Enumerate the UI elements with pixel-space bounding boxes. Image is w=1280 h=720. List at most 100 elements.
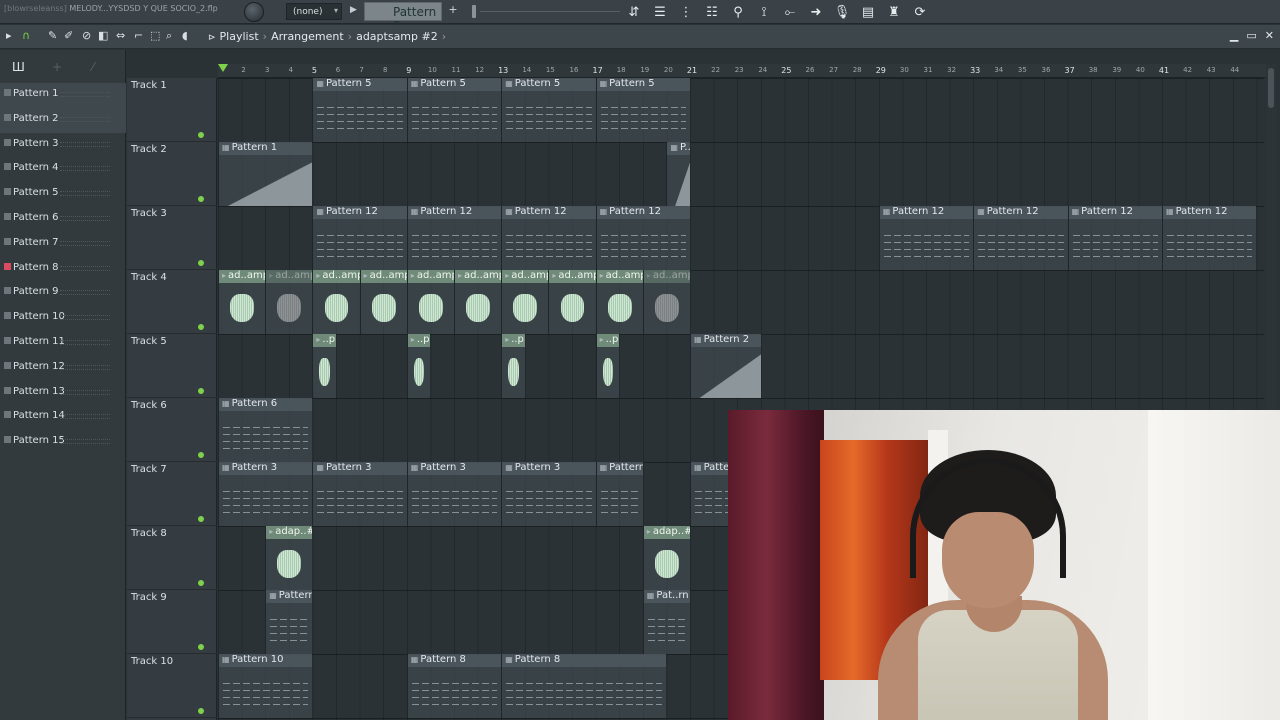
audio-clip-icon[interactable]: + xyxy=(52,60,62,74)
pattern-list-item[interactable]: Pattern 14 xyxy=(0,405,126,430)
audio-clip[interactable]: ▸ ..p xyxy=(312,334,336,398)
audio-clip[interactable]: ▸adap..#2 xyxy=(265,526,313,590)
pattern-clip[interactable]: ▦ Pattern 10 xyxy=(218,654,313,718)
add-pattern-button[interactable]: + xyxy=(446,3,460,19)
audio-clip[interactable]: ▸ ad..amp xyxy=(595,270,643,334)
file-icon[interactable]: ▤ xyxy=(858,2,878,22)
pattern-clip[interactable]: ▦ Pattern 5 xyxy=(595,78,690,142)
audio-clip[interactable]: ▸ ad..amp xyxy=(548,270,596,334)
pattern-clip[interactable]: ▦Pattern 3 xyxy=(501,462,596,526)
pattern-clip[interactable]: ▦Pattern 3 xyxy=(406,462,502,526)
pattern-list-item[interactable]: Pattern 3 xyxy=(0,133,126,158)
track-mute-led[interactable] xyxy=(198,452,204,458)
track-mute-led[interactable] xyxy=(198,516,204,522)
refresh-icon[interactable]: ⟳ xyxy=(910,2,930,22)
pattern-list-item[interactable]: Pattern 12 xyxy=(0,356,126,381)
pattern-clip[interactable]: ▦Pattern 3 xyxy=(312,462,407,526)
browser-icon[interactable]: ☷ xyxy=(702,2,722,22)
maximize-icon[interactable]: ▭ xyxy=(1246,29,1256,42)
breadcrumb-playlist[interactable]: Playlist xyxy=(220,30,259,43)
timeline-ruler[interactable]: 2 3 4 5 6 7 8 9 10 11 12 13 14 15 16 17 18 19 20 21 22 23 24 25… xyxy=(218,64,1268,78)
track-mute-led[interactable] xyxy=(198,708,204,714)
track-mute-led[interactable] xyxy=(198,580,204,586)
pattern-list-item[interactable]: Pattern 11 xyxy=(0,331,126,356)
track-header[interactable]: Track 7 xyxy=(127,462,217,526)
zoom-icon[interactable]: ⌕ xyxy=(166,29,172,43)
stamp-icon[interactable]: ♜ xyxy=(884,2,904,22)
pattern-clip[interactable]: ▦ Pattern 5 xyxy=(312,78,407,142)
pattern-clip[interactable]: ▦Pat..rn 7 xyxy=(642,590,690,654)
track-header[interactable]: Track 2 xyxy=(127,142,217,206)
pattern-list-item[interactable]: Pattern 9 xyxy=(0,281,126,306)
pattern-clip[interactable]: ▦ Pattern 12 xyxy=(878,206,974,270)
audio-clip[interactable]: ▸ ..p xyxy=(595,334,620,398)
pattern-list-item[interactable]: Pattern 7 xyxy=(0,232,126,257)
mute-icon[interactable]: ◧ xyxy=(98,29,108,42)
slip-icon[interactable]: ⇔ xyxy=(116,29,125,42)
close-icon[interactable]: ✕ xyxy=(1265,29,1274,42)
pattern-clip[interactable]: ▦Pattern 3 xyxy=(218,462,313,526)
automation-icon[interactable]: ⁄ xyxy=(92,60,94,74)
playback-icon[interactable]: ◖ xyxy=(182,29,188,42)
track-header[interactable]: Track 4 xyxy=(127,270,217,334)
pattern-clip[interactable]: ▦ Pattern 5 xyxy=(406,78,502,142)
tempo-slider[interactable] xyxy=(470,4,620,18)
audio-clip[interactable]: ▸ ad..amp xyxy=(454,270,502,334)
track-header[interactable]: Track 6 xyxy=(127,398,217,462)
delete-icon[interactable]: ⊘ xyxy=(82,29,91,42)
playhead-marker[interactable] xyxy=(218,64,228,72)
mic-icon[interactable]: 🎙︎ xyxy=(832,2,852,22)
pattern-clip[interactable]: ▦Pattern 3 xyxy=(595,462,643,526)
pattern-clip[interactable]: ▦ Pattern 8 xyxy=(406,654,502,718)
track-mute-led[interactable] xyxy=(198,260,204,266)
pattern-clip[interactable]: ▦ Pattern 12 xyxy=(595,206,690,270)
track-header[interactable]: Track 8 xyxy=(127,526,217,590)
select-icon[interactable]: ⬚ xyxy=(150,29,160,42)
pattern-clip[interactable]: ▦ Pattern 12 xyxy=(406,206,502,270)
track-header[interactable]: Track 10 xyxy=(127,654,217,718)
arrow-right-icon[interactable]: ▸ xyxy=(6,29,12,42)
play-icon[interactable]: ▶ xyxy=(350,5,357,15)
pattern-clip[interactable]: ▦ Pattern 12 xyxy=(1162,206,1257,270)
brush-icon[interactable]: ✐ xyxy=(64,29,73,42)
picker-mode-icon[interactable]: Ш xyxy=(12,60,25,74)
pattern-list-item[interactable]: Pattern 10 xyxy=(0,306,126,331)
minimize-icon[interactable]: ▁ xyxy=(1230,29,1238,42)
pattern-list-item[interactable]: Pattern 8 xyxy=(0,257,126,282)
master-volume-knob[interactable] xyxy=(244,2,264,22)
piano-roll-icon[interactable]: ☰ xyxy=(650,2,670,22)
slice-icon[interactable]: ⌐ xyxy=(134,29,143,42)
breadcrumb-arrangement[interactable]: Arrangement xyxy=(271,30,344,43)
pattern-list-item[interactable]: Pattern 1 xyxy=(0,83,126,108)
pattern-list-item[interactable]: Pattern 4 xyxy=(0,157,126,182)
slider-thumb[interactable] xyxy=(472,5,476,18)
arrow-icon[interactable]: ➜ xyxy=(806,2,826,22)
track-header[interactable]: Track 5 xyxy=(127,334,217,398)
pattern-selector[interactable]: Pattern 8 xyxy=(364,2,442,33)
pattern-clip[interactable]: ▦ Pattern 12 xyxy=(973,206,1068,270)
audio-clip[interactable]: ▸ ..p xyxy=(406,334,431,398)
audio-clip[interactable]: ▸ ad..amp xyxy=(218,270,266,334)
track-header[interactable]: Track 3 xyxy=(127,206,217,270)
track-header[interactable]: Track 9 xyxy=(127,590,217,654)
audio-clip[interactable]: ▸adap..#2 xyxy=(642,526,690,590)
tempo-icon[interactable]: ⟟ xyxy=(754,2,774,22)
pattern-list-item[interactable]: Pattern 15 xyxy=(0,430,126,455)
audio-clip[interactable]: ▸ ad..amp xyxy=(501,270,549,334)
audio-clip[interactable]: ▸ ad..amp xyxy=(406,270,454,334)
pattern-clip[interactable]: ▦Pattern 7 xyxy=(265,590,313,654)
audio-clip[interactable]: ▸ ad..amp xyxy=(359,270,407,334)
pattern-clip[interactable]: ▦ Pattern 2 xyxy=(690,334,761,398)
pencil-icon[interactable]: ✎ xyxy=(48,29,57,42)
breadcrumb-clip[interactable]: adaptsamp #2 xyxy=(356,30,438,43)
scrollbar-thumb[interactable] xyxy=(1268,68,1274,108)
magnet-icon[interactable]: ∩ xyxy=(22,29,30,42)
audio-clip[interactable]: ▸ ..p xyxy=(501,334,525,398)
pattern-list-item[interactable]: Pattern 5 xyxy=(0,182,126,207)
track-mute-led[interactable] xyxy=(198,196,204,202)
track-mute-led[interactable] xyxy=(198,388,204,394)
track-header[interactable]: Track 1 xyxy=(127,78,217,142)
audio-clip[interactable]: ▸ ad..amp xyxy=(265,270,313,334)
track-mute-led[interactable] xyxy=(198,324,204,330)
pattern-list-item[interactable]: Pattern 13 xyxy=(0,381,126,406)
